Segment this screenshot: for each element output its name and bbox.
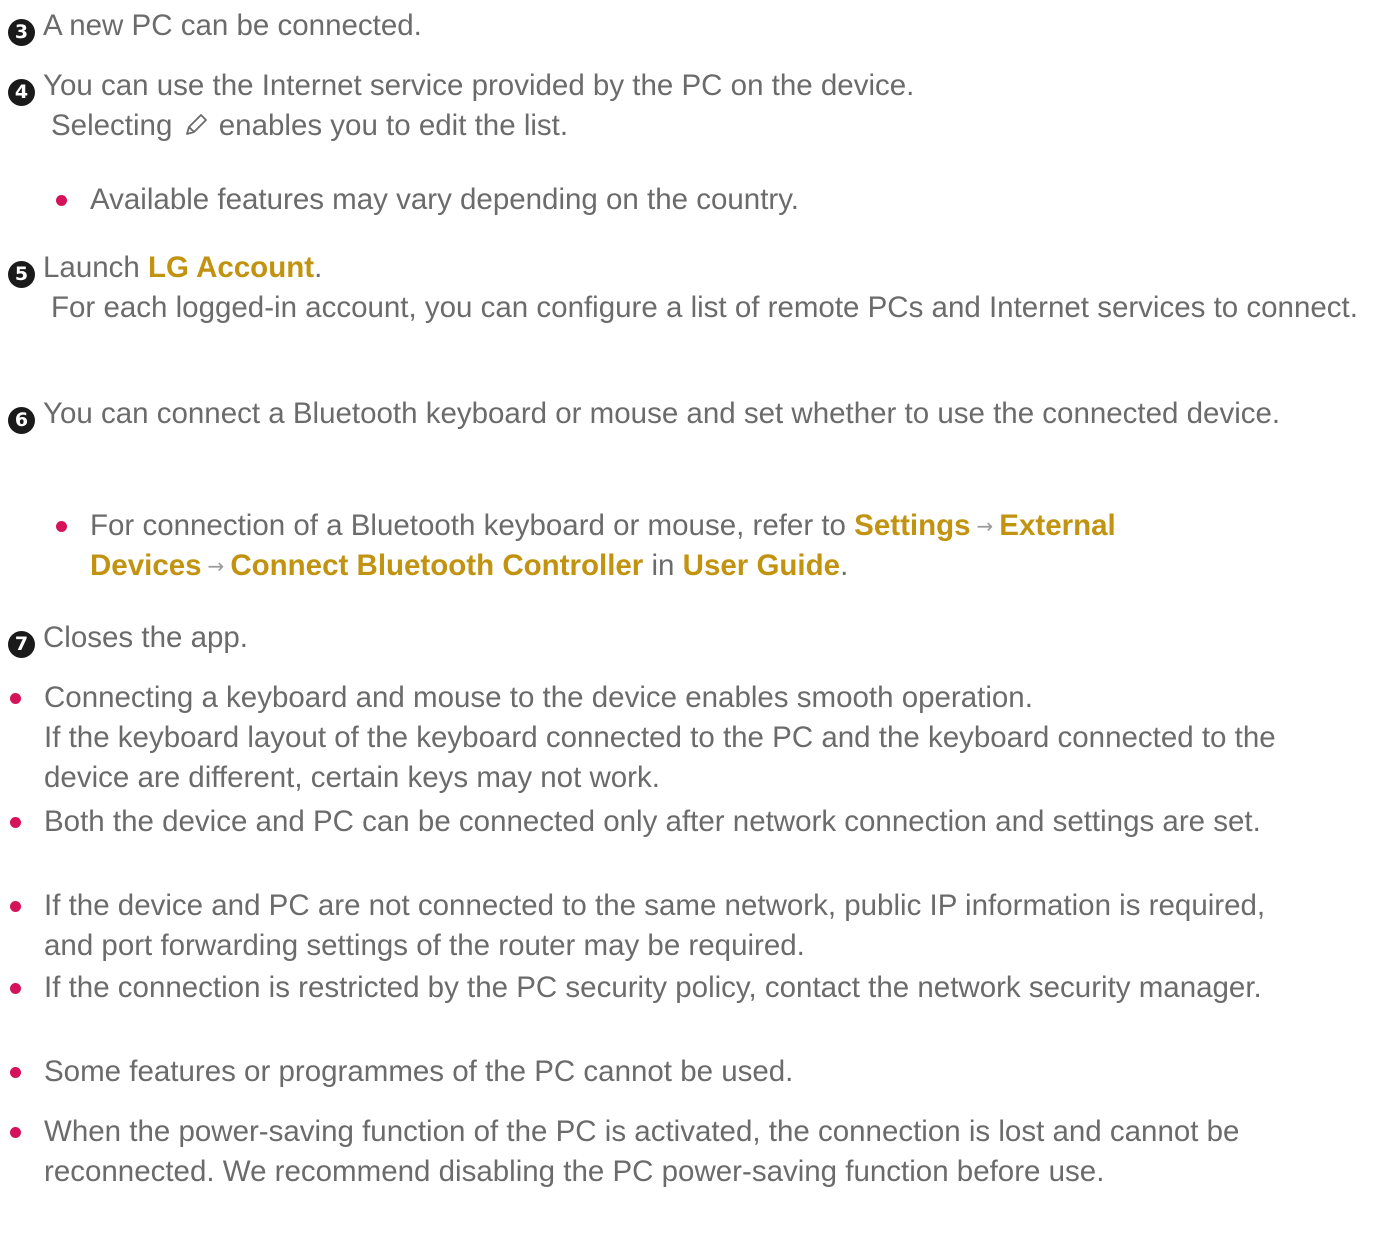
step-7: 7 Closes the app. <box>8 618 1363 658</box>
step-description: For each logged-in account, you can conf… <box>51 291 1358 324</box>
step-number-badge: 7 <box>8 631 35 658</box>
bullet-dot <box>56 521 67 532</box>
step-6-note: For connection of a Bluetooth keyboard o… <box>56 506 1256 586</box>
note-line: If the keyboard layout of the keyboard c… <box>44 721 1276 794</box>
step-text: Closes the app. <box>43 621 248 654</box>
note-item: If the connection is restricted by the P… <box>10 968 1280 1008</box>
arrow-right-icon: → <box>976 514 994 538</box>
note-text: Available features may vary depending on… <box>90 183 799 216</box>
punctuation: . <box>314 251 323 284</box>
step-5: 5 Launch LG Account. For each logged-in a… <box>8 248 1363 328</box>
note-text-part: For connection of a Bluetooth keyboard o… <box>90 509 846 542</box>
note-item: When the power-saving function of the PC… <box>10 1112 1350 1192</box>
arrow-right-icon: → <box>207 554 225 578</box>
bullet-dot <box>56 195 67 206</box>
bullet-dot <box>10 817 21 828</box>
punctuation: . <box>840 549 849 582</box>
manual-page: 3 A new PC can be connected. 4 You can use… <box>0 0 1375 1236</box>
connect-bluetooth-controller-link[interactable]: Connect Bluetooth Controller <box>230 549 643 582</box>
note-item: Both the device and PC can be connected … <box>10 802 1350 842</box>
note-text: If the connection is restricted by the P… <box>44 971 1262 1004</box>
step-text: You can use the Internet service provide… <box>43 69 915 102</box>
step-text: Launch <box>43 251 140 284</box>
note-text: Connecting a keyboard and mouse to the d… <box>10 678 1365 798</box>
note-item: Connecting a keyboard and mouse to the d… <box>10 678 1365 798</box>
step-number-badge: 4 <box>8 79 35 106</box>
bullet-dot <box>10 1127 21 1138</box>
step-number-badge: 5 <box>8 261 35 288</box>
note-line: Connecting a keyboard and mouse to the d… <box>44 681 1033 714</box>
step-6: 6 You can connect a Bluetooth keyboard or… <box>8 394 1363 434</box>
note-item: If the device and PC are not connected t… <box>10 886 1310 966</box>
bullet-dot <box>10 1067 21 1078</box>
step-number-badge: 6 <box>8 407 35 434</box>
bullet-dot <box>10 901 21 912</box>
bullet-dot <box>10 983 21 994</box>
step-text: You can connect a Bluetooth keyboard or … <box>43 397 1281 430</box>
pencil-icon <box>183 109 209 149</box>
step-text: A new PC can be connected. <box>43 9 422 42</box>
step-text-part: Selecting <box>51 109 173 142</box>
bullet-dot <box>10 693 21 704</box>
note-text: Both the device and PC can be connected … <box>44 805 1261 838</box>
step-4-note: Available features may vary depending on… <box>56 180 1356 220</box>
user-guide-link[interactable]: User Guide <box>683 549 840 582</box>
settings-link[interactable]: Settings <box>854 509 970 542</box>
note-text-part: in <box>651 549 675 582</box>
note-text: If the device and PC are not connected t… <box>44 889 1266 962</box>
note-text: For connection of a Bluetooth keyboard o… <box>56 506 1256 586</box>
lg-account-link[interactable]: LG Account <box>148 251 314 284</box>
note-text: When the power-saving function of the PC… <box>44 1115 1240 1188</box>
note-text: Some features or programmes of the PC ca… <box>44 1055 794 1088</box>
step-text-part: enables you to edit the list. <box>218 109 569 142</box>
step-3: 3 A new PC can be connected. <box>8 6 1363 46</box>
note-item: Some features or programmes of the PC ca… <box>10 1052 1350 1092</box>
step-text-continued: Selecting enables you to edit the list. <box>8 106 1363 149</box>
step-4: 4 You can use the Internet service provid… <box>8 66 1363 149</box>
step-number-badge: 3 <box>8 19 35 46</box>
